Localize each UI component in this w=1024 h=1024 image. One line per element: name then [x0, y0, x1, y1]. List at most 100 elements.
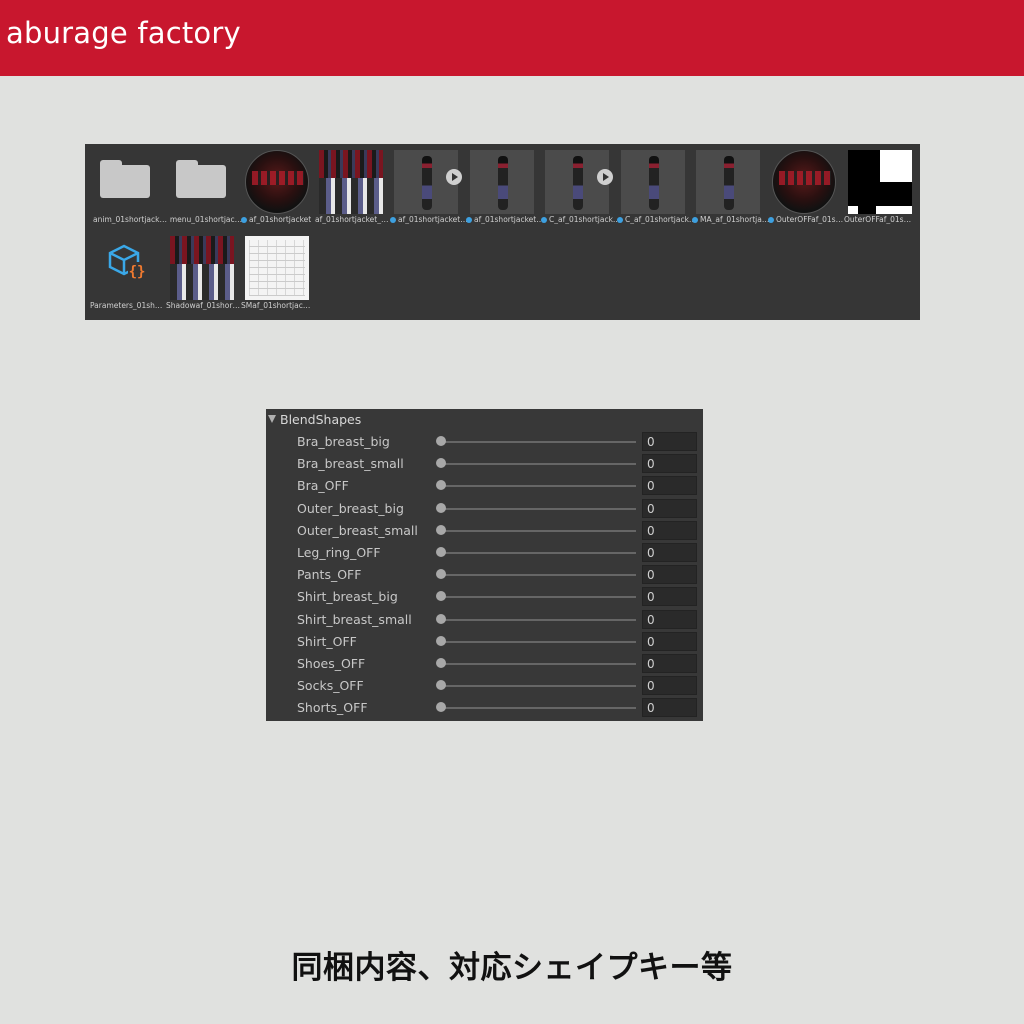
value-field[interactable]: 0 — [642, 520, 697, 540]
mask-texture-icon — [848, 150, 912, 214]
slider-handle[interactable] — [436, 591, 446, 602]
slider-track[interactable] — [440, 552, 636, 554]
asset-label-wrap: af_01shortjacket… — [390, 215, 470, 224]
asset-item[interactable]: af_01shortjacket… — [466, 144, 544, 224]
asset-item[interactable]: {} Parameters_01sh… — [90, 230, 162, 310]
material-sphere-icon — [245, 150, 309, 214]
slider-handle[interactable] — [436, 436, 446, 446]
expand-arrow-icon[interactable] — [446, 169, 462, 185]
texture-icon — [170, 236, 234, 300]
blendshapes-panel: BlendShapes Bra_breast_big 0 Bra_breast_sm… — [266, 409, 703, 721]
asset-item[interactable]: OuterOFFaf_01s… — [768, 144, 843, 224]
blendshapes-header[interactable]: BlendShapes — [266, 409, 703, 431]
blendshape-label: Shirt_breast_small — [297, 611, 412, 627]
slider-handle[interactable] — [436, 613, 446, 624]
asset-label: OuterOFFaf_01s… — [844, 215, 912, 224]
slider-handle[interactable] — [436, 458, 446, 469]
blendshape-row: Leg_ring_OFF 0 — [266, 542, 703, 564]
value-field[interactable]: 0 — [642, 498, 697, 518]
slider-handle[interactable] — [436, 680, 446, 691]
slider-track[interactable] — [440, 596, 636, 599]
prefab-badge-icon — [692, 217, 698, 223]
asset-item[interactable]: menu_01shortjac… — [166, 144, 242, 224]
value-field[interactable]: 0 — [642, 631, 697, 651]
asset-item[interactable]: SMaf_01shortjac… — [241, 230, 313, 310]
blendshape-label: Outer_breast_small — [297, 522, 418, 538]
slider-handle[interactable] — [436, 569, 446, 580]
value-field[interactable]: 0 — [642, 565, 697, 585]
slider-track[interactable] — [440, 485, 636, 488]
blendshape-row: Bra_OFF 0 — [266, 475, 703, 497]
asset-label: af_01shortjacket… — [398, 215, 468, 224]
asset-label-wrap: C_af_01shortjack… — [541, 215, 621, 224]
asset-item[interactable]: MA_af_01shortja… — [692, 144, 769, 224]
asset-item[interactable]: OuterOFFaf_01s… — [844, 144, 916, 224]
slider-handle[interactable] — [436, 502, 446, 513]
value-field[interactable]: 0 — [642, 654, 697, 673]
slider-track[interactable] — [440, 441, 636, 443]
asset-item[interactable]: af_01shortjacket_… — [315, 144, 389, 224]
asset-label: menu_01shortjac… — [169, 215, 243, 224]
asset-item[interactable]: Shadowaf_01shor… — [166, 230, 240, 310]
slider-handle[interactable] — [436, 702, 446, 713]
foldout-arrow-icon[interactable] — [268, 415, 276, 423]
slider-track[interactable] — [440, 640, 636, 643]
blendshape-label: Socks_OFF — [297, 678, 364, 694]
slider-track[interactable] — [440, 507, 636, 510]
slider-track[interactable] — [440, 685, 636, 688]
project-asset-browser: anim_01shortjack… menu_01shortjac… af_01… — [85, 144, 920, 320]
slider-track[interactable] — [440, 707, 636, 710]
slider-track[interactable] — [440, 663, 636, 665]
slider-handle[interactable] — [436, 635, 446, 646]
slider-handle[interactable] — [436, 547, 446, 557]
asset-item[interactable]: anim_01shortjack… — [90, 144, 167, 224]
prefab-badge-icon — [390, 217, 396, 223]
asset-item[interactable]: af_01shortjacket — [241, 144, 313, 224]
asset-label-wrap: af_01shortjacket… — [466, 215, 546, 224]
asset-label: af_01shortjacket… — [474, 215, 544, 224]
asset-item[interactable]: C_af_01shortjack… — [617, 144, 696, 224]
blendshape-label: Leg_ring_OFF — [297, 545, 381, 560]
blendshape-row: Socks_OFF 0 — [266, 675, 703, 697]
asset-label: MA_af_01shortja… — [700, 215, 770, 224]
asset-label: C_af_01shortjack… — [549, 215, 621, 224]
value-field[interactable]: 0 — [642, 698, 697, 718]
slider-handle[interactable] — [436, 658, 446, 668]
blendshape-label: Pants_OFF — [297, 567, 362, 583]
value-field[interactable]: 0 — [642, 543, 697, 562]
blendshape-row: Bra_breast_small 0 — [266, 453, 703, 475]
slider-handle[interactable] — [436, 524, 446, 535]
blendshape-label: Shirt_OFF — [297, 633, 357, 649]
material-badge-icon — [241, 217, 247, 223]
material-sphere-icon — [772, 150, 836, 214]
slider-track[interactable] — [440, 574, 636, 577]
asset-label: OuterOFFaf_01s… — [776, 215, 844, 224]
blendshape-label: Bra_OFF — [297, 478, 349, 494]
value-field[interactable]: 0 — [642, 476, 697, 496]
value-field[interactable]: 0 — [642, 609, 697, 629]
asset-label: C_af_01shortjack… — [625, 215, 697, 224]
asset-label-wrap: OuterOFFaf_01s… — [768, 215, 848, 224]
prefab-model-icon — [696, 150, 760, 214]
blendshape-label: Bra_breast_big — [297, 434, 390, 449]
value-field[interactable]: 0 — [642, 432, 697, 451]
asset-label: Parameters_01sh… — [90, 301, 163, 310]
blendshapes-title: BlendShapes — [280, 412, 362, 427]
asset-label-wrap: C_af_01shortjack… — [617, 215, 697, 224]
blendshape-label: Outer_breast_big — [297, 500, 404, 516]
blendshape-row: Shirt_breast_big 0 — [266, 586, 703, 608]
slider-track[interactable] — [440, 463, 636, 466]
expand-arrow-icon[interactable] — [597, 169, 613, 185]
folder-icon — [100, 160, 150, 198]
slider-handle[interactable] — [436, 480, 446, 491]
value-field[interactable]: 0 — [642, 587, 697, 607]
value-field[interactable]: 0 — [642, 676, 697, 696]
asset-item[interactable]: C_af_01shortjack… — [541, 144, 620, 224]
prefab-badge-icon — [466, 217, 472, 223]
asset-item[interactable]: af_01shortjacket… — [390, 144, 468, 224]
sketch-texture-icon — [245, 236, 309, 300]
asset-label: Shadowaf_01shor… — [166, 301, 240, 310]
value-field[interactable]: 0 — [642, 454, 697, 474]
slider-track[interactable] — [440, 618, 636, 621]
slider-track[interactable] — [440, 529, 636, 532]
